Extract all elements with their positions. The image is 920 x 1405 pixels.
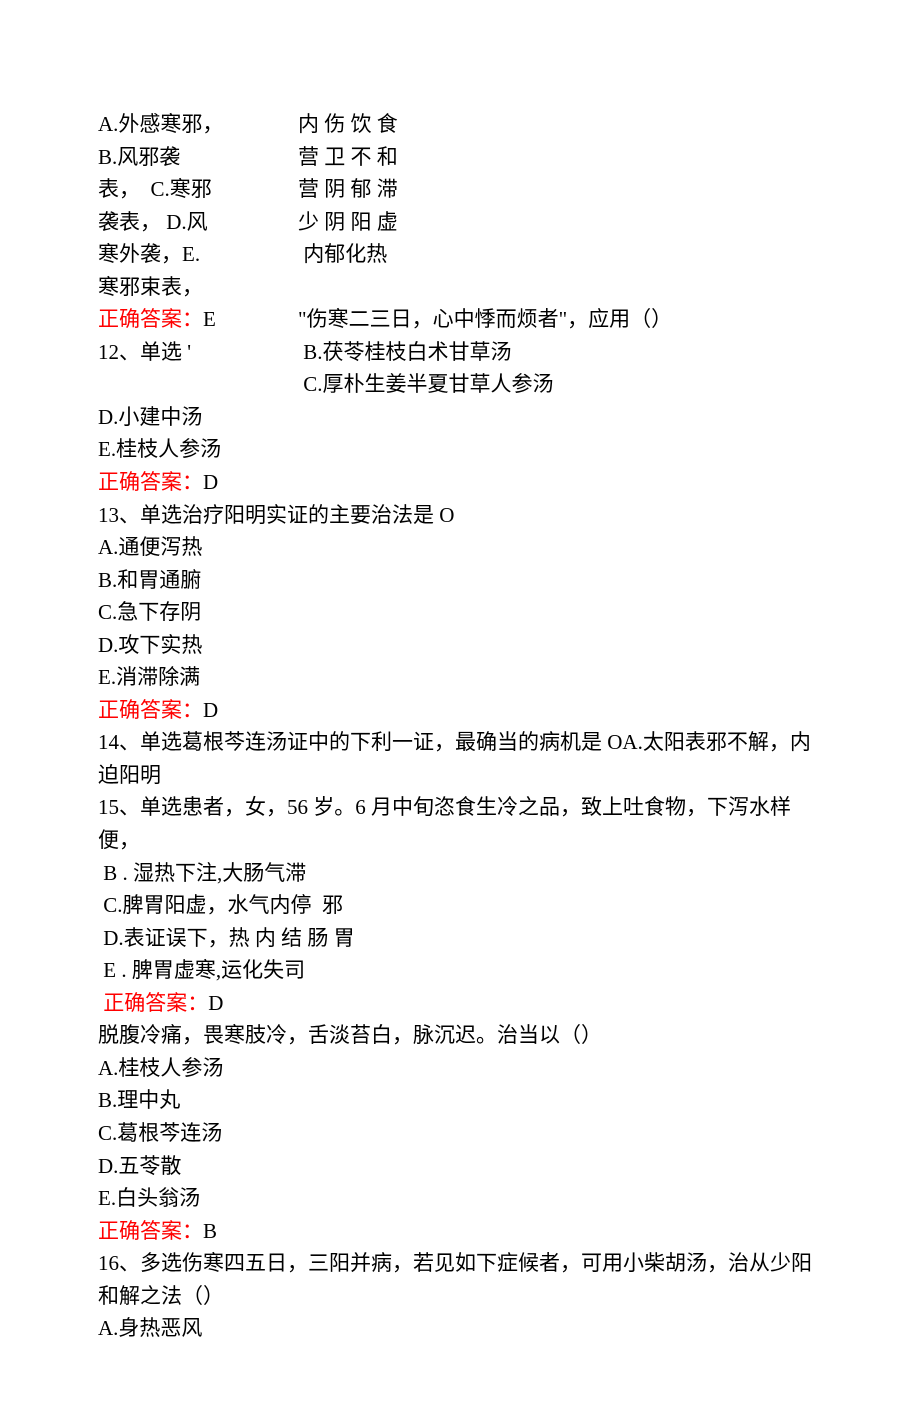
- desc-e: 内郁化热: [298, 238, 825, 271]
- desc-c: 营 阴 郁 滞: [298, 173, 825, 206]
- q16-stem: 16、多选伤寒四五日，三阳并病，若见如下症候者，可用小柴胡汤，治从少阳和解之法（…: [98, 1247, 825, 1312]
- q13-option-c: C.急下存阴: [98, 596, 825, 629]
- option-b: B.风邪袭: [98, 141, 298, 174]
- q14-option-c: C.脾胃阳虚，水气内停 邪: [98, 889, 825, 922]
- q12-option-d: D.小建中汤: [98, 401, 825, 434]
- q11-options-block: A.外感寒邪， B.风邪袭 表， C.寒邪 袭表， D.风 寒外袭，E. 寒邪束…: [98, 108, 825, 303]
- desc-a: 内 伤 饮 食: [298, 108, 825, 141]
- q14-option-d: D.表证误下，热 内 结 肠 胃: [98, 922, 825, 955]
- answer-label: 正确答案：: [98, 991, 208, 1015]
- q14-option-b: B . 湿热下注,大肠气滞: [98, 857, 825, 890]
- option-c: 表， C.寒邪: [98, 173, 298, 206]
- q15-stem: 15、单选患者，女，56 岁。6 月中旬恣食生冷之品，致上吐食物，下泻水样便，: [98, 791, 825, 856]
- answer-label: 正确答案：: [98, 1219, 203, 1243]
- q13-stem: 13、单选治疗阳明实证的主要治法是 O: [98, 499, 825, 532]
- q13-option-d: D.攻下实热: [98, 629, 825, 662]
- answer-11-and-q12-head: 正确答案：E 12、单选 ' "伤寒二三日，心中悸而烦者"，应用（） B.茯苓桂…: [98, 303, 825, 401]
- answer-value: D: [208, 991, 223, 1015]
- answer-label: 正确答案：: [98, 470, 203, 494]
- q15-continuation: 脱腹冷痛，畏寒肢冷，舌淡苔白，脉沉迟。治当以（）: [98, 1019, 825, 1052]
- q12-option-c: C.厚朴生姜半夏甘草人参汤: [298, 368, 825, 401]
- option-e: 寒外袭，E.: [98, 238, 298, 271]
- q15-option-a: A.桂枝人参汤: [98, 1052, 825, 1085]
- option-tail: 寒邪束表，: [98, 271, 298, 304]
- answer-13-row: 正确答案：D: [98, 694, 825, 727]
- answer-value: D: [203, 470, 218, 494]
- desc-b: 营 卫 不 和: [298, 141, 825, 174]
- q12-option-b: B.茯苓桂枝白术甘草汤: [298, 336, 825, 369]
- q13-option-e: E.消滞除满: [98, 661, 825, 694]
- q15-option-d: D.五苓散: [98, 1150, 825, 1183]
- q15-option-e: E.白头翁汤: [98, 1182, 825, 1215]
- answer-14-row: 正确答案：D: [98, 987, 825, 1020]
- q11-right-column: 内 伤 饮 食 营 卫 不 和 营 阴 郁 滞 少 阴 阳 虚 内郁化热: [298, 108, 825, 303]
- answer-label: 正确答案：: [98, 307, 203, 331]
- q15-option-c: C.葛根芩连汤: [98, 1117, 825, 1150]
- q12-number: 12、单选 ': [98, 336, 298, 369]
- answer-value: B: [203, 1219, 217, 1243]
- document-page: A.外感寒邪， B.风邪袭 表， C.寒邪 袭表， D.风 寒外袭，E. 寒邪束…: [0, 0, 920, 1405]
- q11-left-column: A.外感寒邪， B.风邪袭 表， C.寒邪 袭表， D.风 寒外袭，E. 寒邪束…: [98, 108, 298, 303]
- q16-option-a: A.身热恶风: [98, 1312, 825, 1345]
- answer-15-row: 正确答案：B: [98, 1215, 825, 1248]
- q12-option-e: E.桂枝人参汤: [98, 433, 825, 466]
- q12-right-column: "伤寒二三日，心中悸而烦者"，应用（） B.茯苓桂枝白术甘草汤 C.厚朴生姜半夏…: [298, 303, 825, 401]
- answer-label: 正确答案：: [98, 698, 203, 722]
- q12-stem: "伤寒二三日，心中悸而烦者"，应用（）: [298, 303, 825, 336]
- answer-12-row: 正确答案：D: [98, 466, 825, 499]
- answer-11-row: 正确答案：E: [98, 303, 298, 336]
- desc-d: 少 阴 阳 虚: [298, 206, 825, 239]
- q14-stem: 14、单选葛根芩连汤证中的下利一证，最确当的病机是 OA.太阳表邪不解，内迫阳明: [98, 726, 825, 791]
- answer-value: D: [203, 698, 218, 722]
- q15-option-b: B.理中丸: [98, 1084, 825, 1117]
- q13-option-b: B.和胃通腑: [98, 564, 825, 597]
- q14-option-e: E . 脾胃虚寒,运化失司: [98, 954, 825, 987]
- answer-value: E: [203, 307, 216, 331]
- option-a: A.外感寒邪，: [98, 108, 298, 141]
- answer-11-left-column: 正确答案：E 12、单选 ': [98, 303, 298, 401]
- option-d: 袭表， D.风: [98, 206, 298, 239]
- q13-option-a: A.通便泻热: [98, 531, 825, 564]
